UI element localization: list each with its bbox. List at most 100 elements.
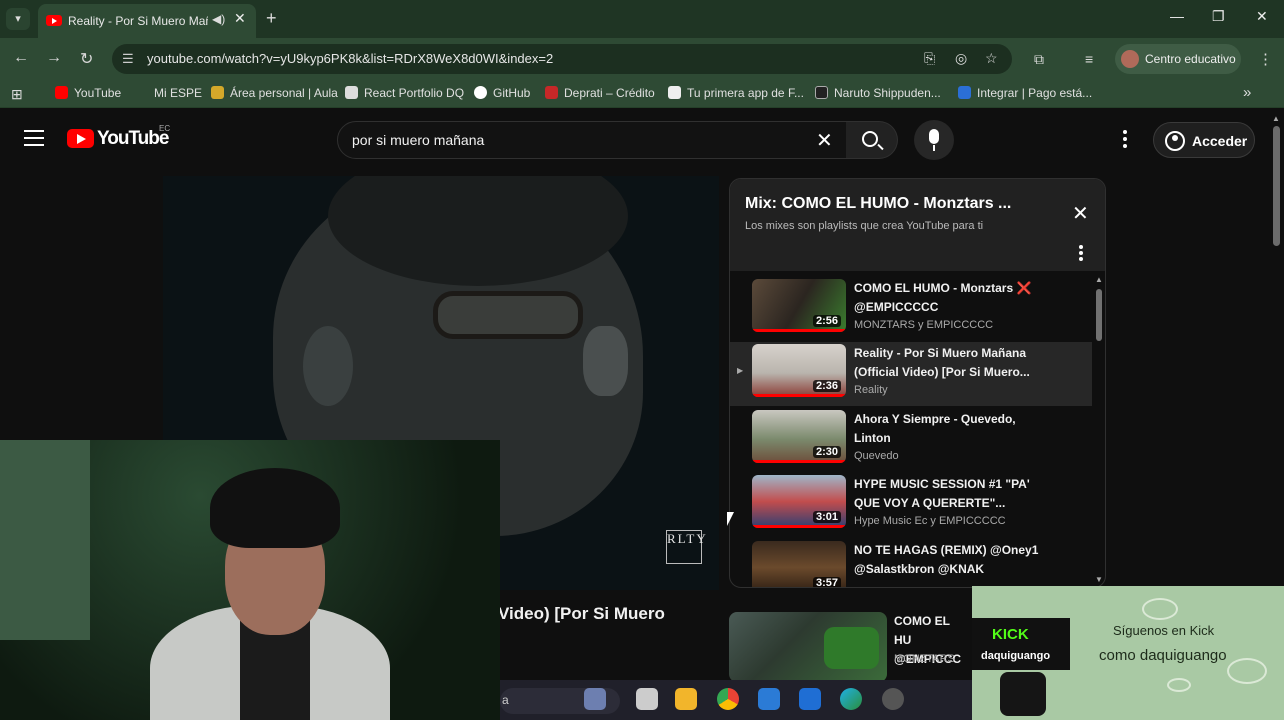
scroll-up-icon[interactable]: ▲ [1272,114,1280,123]
now-playing-icon: ▶ [737,366,744,375]
recommended-channel: MONZTARS [894,653,955,665]
forward-icon[interactable]: → [46,49,62,67]
install-app-icon[interactable]: ⎘ [924,50,935,67]
playlist-more-icon[interactable] [1079,245,1083,263]
duration-badge: 2:30 [812,446,841,458]
extensions-icon[interactable]: ⧉ [1034,51,1044,68]
window-close-icon[interactable]: ✕ [1256,8,1268,25]
item-channel: Hype Music Ec y EMPICCCCC [854,515,1006,527]
reload-icon[interactable]: ↻ [80,49,93,69]
address-bar[interactable]: ☰ youtube.com/watch?v=yU9kyp6PK8k&list=R… [112,44,1012,74]
bookmark-github[interactable]: GitHub [474,86,530,100]
media-controls-icon[interactable]: ≡ [1085,51,1093,67]
playlist-scroll-up-icon[interactable]: ▲ [1095,275,1103,284]
signin-label: Acceder [1192,133,1248,149]
signin-button[interactable]: Acceder [1153,122,1255,158]
duration-badge: 2:36 [812,380,841,392]
item-title: COMO EL HUMO - Monztars ❌ @EMPICCCCC [854,281,1032,314]
deprati-icon [545,86,558,99]
bookmark-primera-app[interactable]: Tu primera app de F... [668,86,804,100]
close-tab-icon[interactable]: ✕ [234,10,246,27]
item-channel: MONZTARS y EMPICCCCC [854,319,994,331]
tracking-blocked-icon[interactable]: ◎ [955,50,967,67]
back-icon[interactable]: ← [13,49,29,67]
task-view-icon[interactable] [636,688,658,710]
browser-tab-bar: ▾ Reality - Por Si Muero Mañana ◀) ✕ + —… [0,0,1284,38]
more-bookmarks-icon[interactable]: » [1243,84,1251,101]
recommended-video[interactable]: COMO EL HU @EMPICCC MONZTARS [729,612,969,682]
search-query[interactable]: por si muero mañana [352,132,484,148]
clear-search-icon[interactable]: ✕ [816,128,833,153]
search-input[interactable]: por si muero mañana ✕ [337,121,857,159]
edge-icon[interactable] [840,688,862,710]
playlist-item[interactable]: 3:01 HYPE MUSIC SESSION #1 "PA' QUE VOY … [730,473,1092,537]
thumbnail: 2:30 [752,410,846,463]
bookmark-react-portfolio[interactable]: React Portfolio DQ [345,86,464,100]
browser-tab-active[interactable]: Reality - Por Si Muero Mañana ◀) ✕ [38,4,256,38]
speaker-icon[interactable]: ◀) [212,12,225,26]
restore-icon[interactable]: ❐ [1212,8,1225,25]
duration-badge: 3:01 [812,511,841,523]
tab-search-button[interactable]: ▾ [6,8,30,30]
mouse-cursor-icon [727,512,734,526]
file-explorer-icon[interactable] [675,688,697,710]
settings-gear-icon[interactable] [882,688,904,710]
recommended-thumbnail [729,612,887,682]
site-info-icon[interactable]: ☰ [122,51,134,67]
search-icon [862,131,878,147]
follow-text: Síguenos en Kick [1113,623,1215,638]
item-title: Ahora Y Siempre - Quevedo, Linton [854,412,1016,445]
playlist-item[interactable]: 2:56 COMO EL HUMO - Monztars ❌ @EMPICCCC… [730,277,1092,341]
hamburger-menu-icon[interactable] [24,130,44,146]
aula-icon [211,86,224,99]
new-tab-icon[interactable]: + [266,8,277,29]
thumbnail: 2:56 [752,279,846,332]
item-title: HYPE MUSIC SESSION #1 "PA' QUE VOY A QUE… [854,477,1030,510]
windows-taskbar: a [500,680,972,720]
duration-badge: 2:56 [812,315,841,327]
kick-promo-panel: KICK daquiguango Síguenos en Kick como d… [972,586,1284,720]
app-icon [668,86,681,99]
github-icon [474,86,487,99]
browser-menu-icon[interactable]: ⋮ [1258,50,1273,68]
chrome-icon[interactable] [717,688,739,710]
thumbnail: 3:01 [752,475,846,528]
playlist-item-active[interactable]: ▶ 2:36 Reality - Por Si Muero Mañana (Of… [730,342,1092,406]
store-icon[interactable] [758,688,780,710]
video-title: Video) [Por Si Muero [498,604,665,623]
rlty-watermark: RLTY [666,530,706,564]
settings-more-icon[interactable] [1123,130,1127,151]
playlist-item[interactable]: 3:57 NO TE HAGAS (REMIX) @Oney1 @Salastk… [730,539,1092,587]
url-text[interactable]: youtube.com/watch?v=yU9kyp6PK8k&list=RDr… [147,51,553,66]
bookmark-mi-espe[interactable]: Mi ESPE [135,86,202,100]
bookmark-naruto[interactable]: Naruto Shippuden... [815,86,941,100]
playlist-scroll-down-icon[interactable]: ▼ [1095,575,1103,584]
tab-title: Reality - Por Si Muero Mañana [68,14,208,28]
cloud-decoration-icon [1167,678,1191,692]
page-scrollbar[interactable] [1273,126,1280,246]
voice-search-button[interactable] [914,120,954,160]
outlook-icon[interactable] [799,688,821,710]
bookmark-star-icon[interactable]: ☆ [985,50,998,67]
bookmark-aula[interactable]: Área personal | Aula [211,86,338,100]
youtube-header: YouTube EC por si muero mañana ✕ Acceder [0,108,1284,168]
playlist-scrollbar[interactable] [1096,289,1102,341]
paypal-icon [958,86,971,99]
bookmark-integrar-pago[interactable]: Integrar | Pago está... [958,86,1092,100]
screen: ▾ Reality - Por Si Muero Mañana ◀) ✕ + —… [0,0,1284,720]
browser-toolbar: ← → ↻ ☰ youtube.com/watch?v=yU9kyp6PK8k&… [0,38,1284,80]
follow-username-text: como daquiguango [1099,647,1227,664]
search-highlight-icon[interactable] [584,688,606,710]
folder-icon [135,86,148,99]
bookmark-youtube[interactable]: YouTube [55,86,121,100]
playlist-title[interactable]: Mix: COMO EL HUMO - Monztars ... [745,195,1055,213]
close-playlist-icon[interactable]: ✕ [1072,201,1089,226]
minimize-icon[interactable]: — [1170,8,1184,24]
bookmark-deprati[interactable]: Deprati – Crédito [545,86,655,100]
microphone-icon [929,129,939,144]
search-button[interactable] [846,121,898,159]
kick-logo: KICK daquiguango [972,618,1070,670]
apps-grid-icon[interactable]: ⊞ [11,86,23,103]
playlist-item[interactable]: 2:30 Ahora Y Siempre - Quevedo, Linton Q… [730,408,1092,472]
profile-button[interactable]: Centro educativo [1115,44,1241,74]
